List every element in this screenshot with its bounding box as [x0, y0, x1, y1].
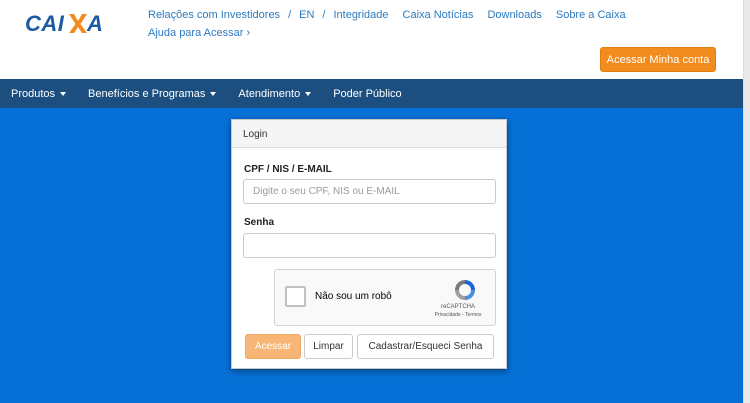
limpar-button[interactable]: Limpar	[304, 334, 353, 359]
caixa-logo[interactable]: CAI A	[24, 10, 110, 36]
svg-text:A: A	[86, 11, 103, 36]
page-scrollbar[interactable]	[743, 0, 750, 403]
cpf-nis-email-input[interactable]	[243, 179, 496, 204]
link-relacoes-investidores[interactable]: Relações com Investidores	[148, 7, 280, 23]
link-separator: /	[288, 9, 292, 21]
link-sobre-caixa[interactable]: Sobre a Caixa	[556, 7, 626, 23]
link-downloads[interactable]: Downloads	[487, 7, 541, 23]
svg-text:CAI: CAI	[25, 11, 65, 36]
caret-down-icon	[60, 91, 67, 96]
caret-down-icon	[210, 91, 217, 96]
nav-item-produtos[interactable]: Produtos	[11, 87, 67, 100]
cadastrar-esqueci-senha-button[interactable]: Cadastrar/Esqueci Senha	[357, 334, 494, 359]
link-ajuda-acessar[interactable]: Ajuda para Acessar ›	[148, 25, 250, 41]
recaptcha-label: Não sou um robô	[315, 291, 392, 302]
recaptcha-brand: reCAPTCHA	[440, 304, 475, 310]
nav-item-label: Produtos	[11, 87, 56, 100]
link-separator: /	[322, 9, 326, 21]
nav-item-label: Benefícios e Programas	[88, 87, 206, 100]
top-links: Relações com Investidores / EN / Integri…	[148, 7, 626, 41]
user-field-label: CPF / NIS / E-MAIL	[244, 164, 332, 175]
caret-down-icon	[305, 91, 312, 96]
site-header: CAI A Relações com Investidores / EN / I…	[0, 0, 750, 79]
password-input[interactable]	[243, 233, 496, 258]
login-panel-title: Login	[232, 120, 506, 148]
login-panel: Login CPF / NIS / E-MAIL Senha Não sou u…	[231, 119, 507, 369]
recaptcha-checkbox[interactable]	[285, 286, 306, 307]
password-field-label: Senha	[244, 217, 275, 228]
link-caixa-noticias[interactable]: Caixa Notícias	[403, 7, 474, 23]
nav-item-label: Poder Público	[333, 87, 402, 100]
nav-item-atendimento[interactable]: Atendimento	[238, 87, 312, 100]
acessar-minha-conta-button[interactable]: Acessar Minha conta	[600, 47, 716, 72]
recaptcha-privacy-terms[interactable]: Privacidade - Termos	[425, 312, 491, 318]
nav-item-beneficios-programas[interactable]: Benefícios e Programas	[88, 87, 217, 100]
nav-item-poder-publico[interactable]: Poder Público	[333, 88, 402, 100]
acessar-button[interactable]: Acessar	[245, 334, 301, 359]
link-en[interactable]: EN	[299, 7, 314, 23]
main-nav: Produtos Benefícios e Programas Atendime…	[0, 79, 743, 108]
recaptcha-widget: Não sou um robô reCAPTCHA Privacidade - …	[274, 269, 496, 326]
recaptcha-icon	[455, 280, 475, 300]
link-integridade[interactable]: Integridade	[333, 7, 388, 23]
nav-item-label: Atendimento	[238, 87, 301, 100]
